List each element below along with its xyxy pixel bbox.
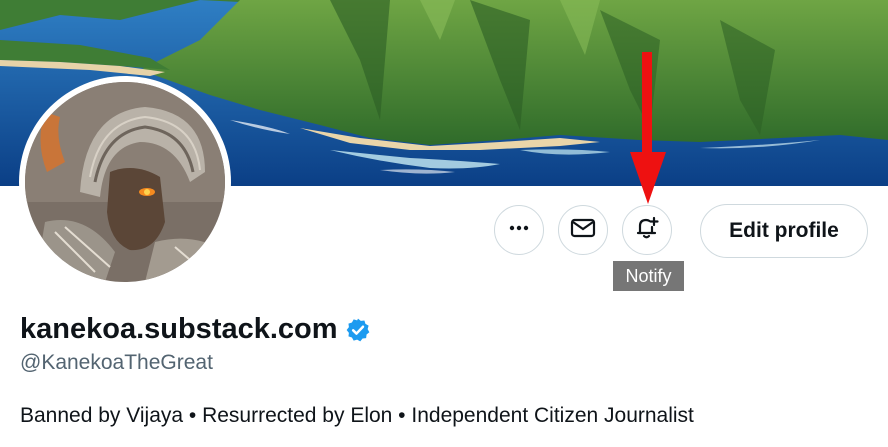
edit-profile-button[interactable]: Edit profile [700,204,868,258]
red-arrow-annotation [630,52,666,204]
notify-button[interactable] [622,205,672,255]
more-button[interactable] [494,205,544,255]
more-horizontal-icon [508,217,530,244]
display-name: kanekoa.substack.com [20,313,338,345]
message-button[interactable] [558,205,608,255]
profile-name-row: kanekoa.substack.com [20,313,371,346]
bell-plus-icon [634,215,660,246]
verified-badge-icon[interactable] [345,317,371,343]
notify-tooltip: Notify [613,261,684,291]
envelope-icon [570,217,596,244]
profile-bio: Banned by Vijaya • Resurrected by Elon •… [20,404,694,427]
profile-avatar[interactable] [25,82,225,282]
profile-handle: @KanekoaTheGreat [20,351,213,374]
